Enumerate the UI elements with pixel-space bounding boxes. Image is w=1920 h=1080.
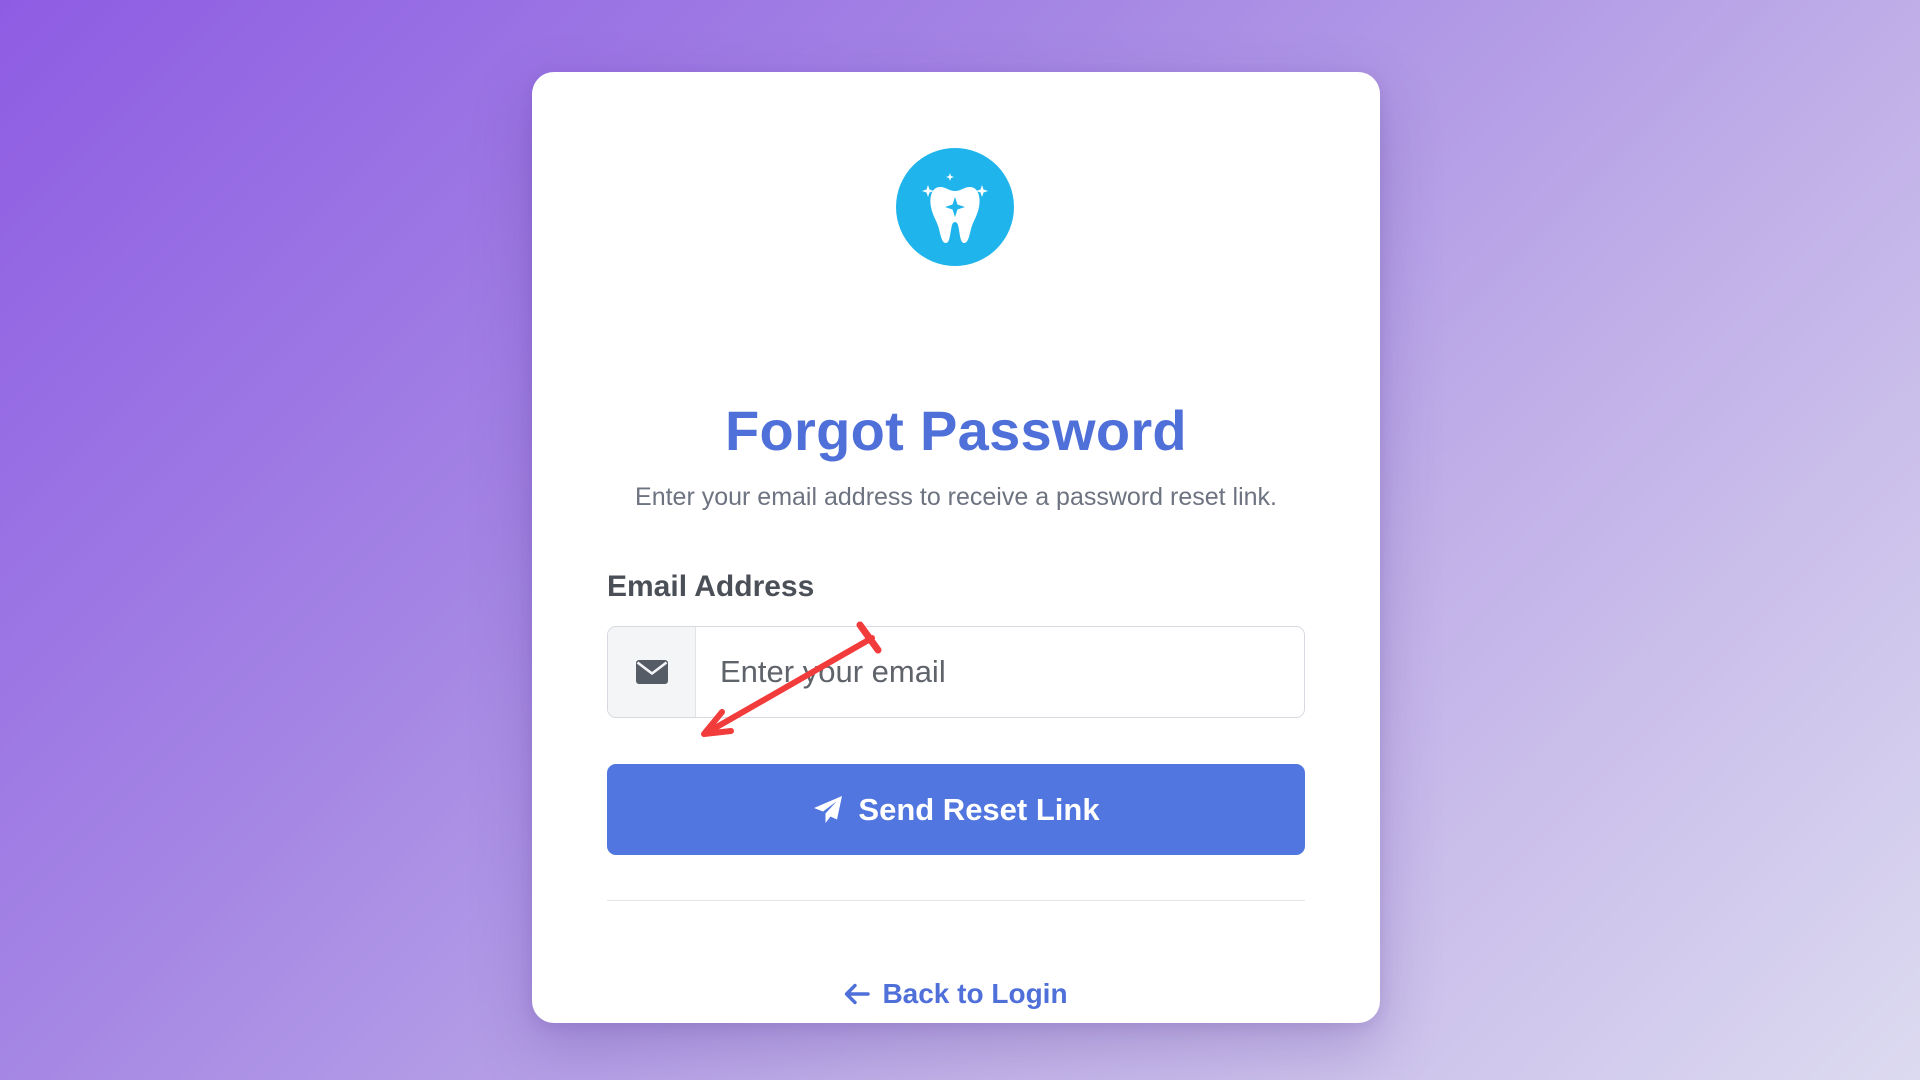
- envelope-icon: [635, 660, 668, 684]
- arrow-left-icon: [845, 983, 871, 1005]
- email-addon: [608, 627, 696, 717]
- page-subtitle: Enter your email address to receive a pa…: [635, 483, 1277, 511]
- back-to-login-link[interactable]: Back to Login: [532, 978, 1380, 1010]
- email-field[interactable]: [696, 627, 1304, 717]
- logo: [896, 148, 1014, 266]
- divider: [607, 900, 1305, 901]
- paper-plane-icon: [814, 795, 843, 823]
- tooth-sparkle-icon: [922, 173, 988, 243]
- forgot-password-card: Forgot Password Enter your email address…: [532, 72, 1380, 1023]
- back-to-login-label: Back to Login: [882, 978, 1068, 1009]
- email-input-group: [607, 626, 1305, 718]
- send-reset-link-label: Send Reset Link: [858, 791, 1100, 827]
- email-label: Email Address: [607, 570, 815, 603]
- page-title: Forgot Password: [725, 399, 1187, 462]
- send-reset-link-button[interactable]: Send Reset Link: [607, 764, 1305, 855]
